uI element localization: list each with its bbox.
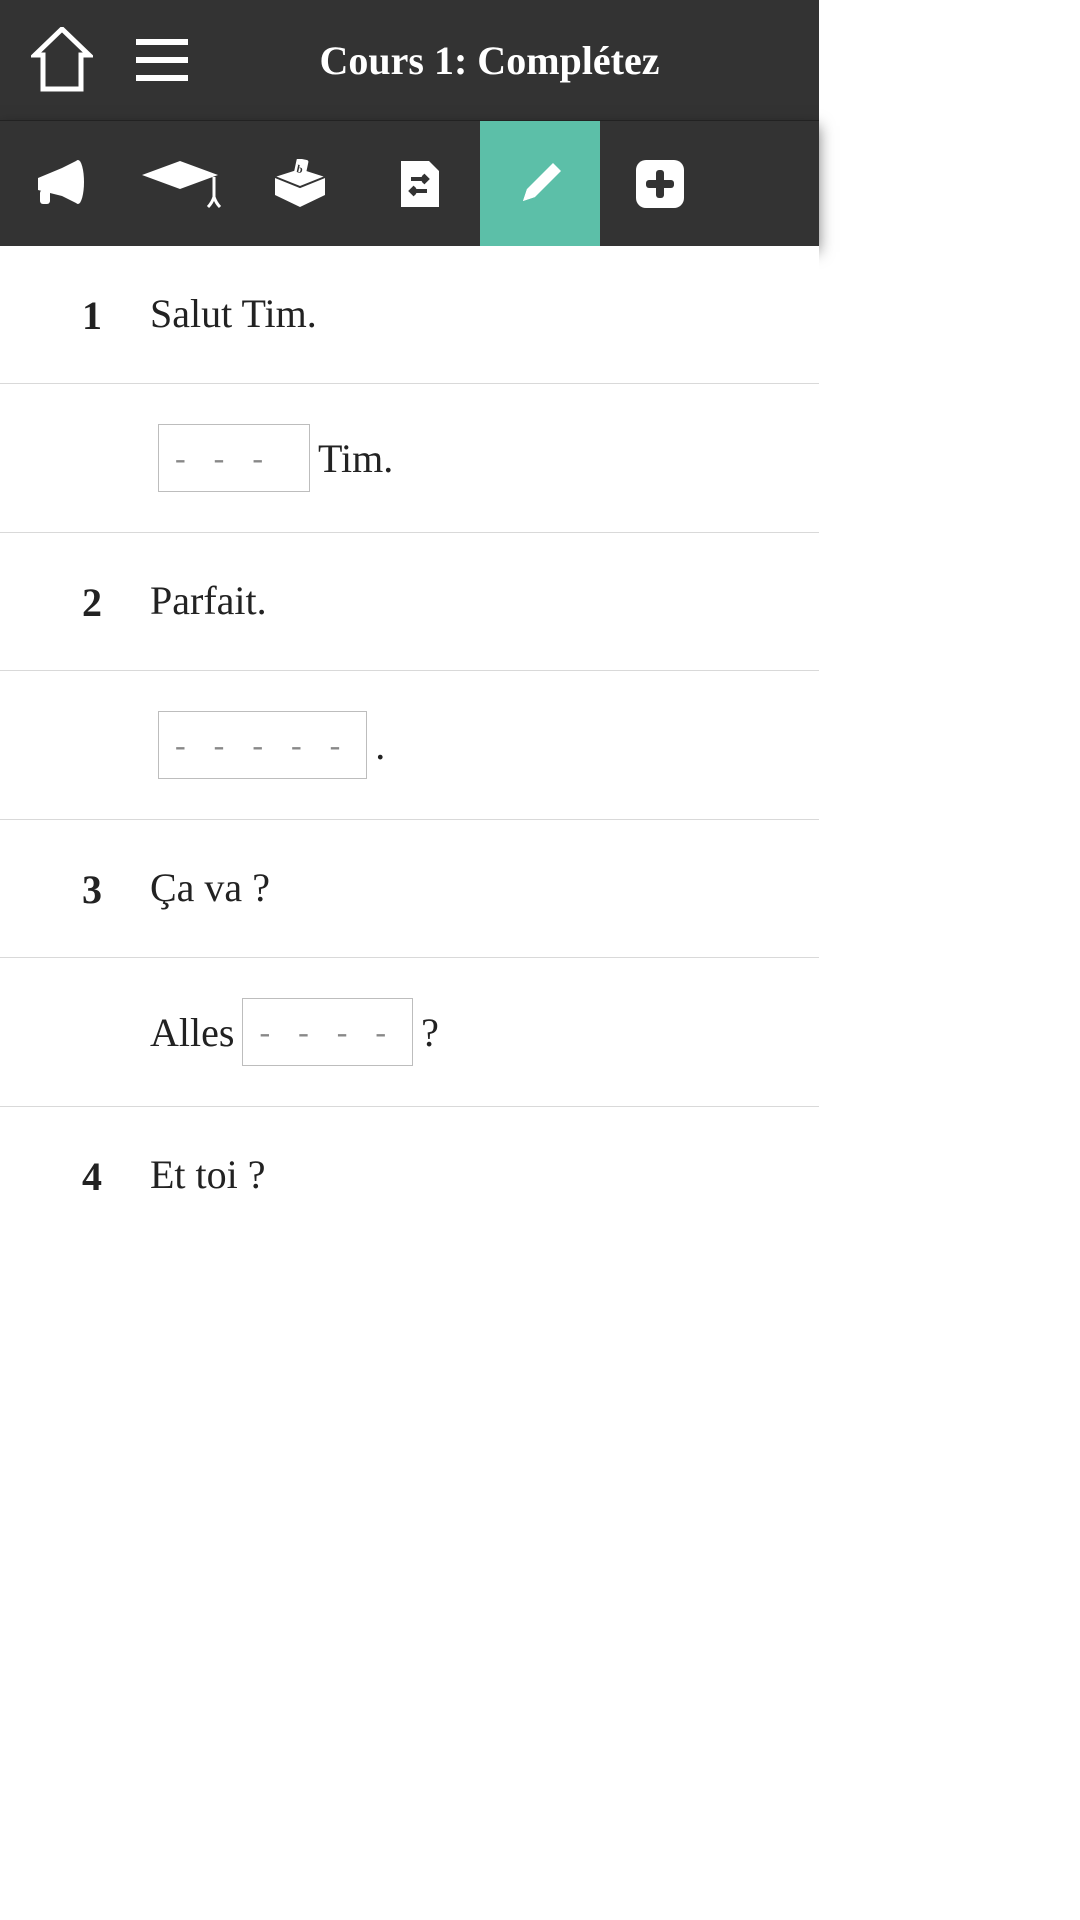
- prompt-number: 2: [0, 577, 150, 626]
- answer-row: - - - Tim.: [0, 384, 819, 533]
- page-title: Cours 1: Complétez: [212, 37, 807, 84]
- answer-line: - - - - - .: [150, 711, 819, 779]
- prompt-text: Et toi ?: [150, 1151, 819, 1198]
- home-button[interactable]: [12, 27, 112, 93]
- answer-suffix: Tim.: [318, 435, 393, 482]
- graduation-cap-icon: [136, 159, 224, 209]
- prompt-number: 4: [0, 1151, 150, 1200]
- home-icon: [31, 27, 93, 93]
- menu-button[interactable]: [112, 39, 212, 81]
- tab-bar: b: [0, 120, 819, 246]
- answer-row: - - - - - .: [0, 671, 819, 820]
- plus-icon: [636, 160, 684, 208]
- prompt-text: Salut Tim.: [150, 290, 819, 337]
- answer-suffix: .: [375, 722, 385, 769]
- answer-line: Alles - - - - ?: [150, 998, 819, 1066]
- top-header: Cours 1: Complétez: [0, 0, 819, 120]
- prompt-text: Ça va ?: [150, 864, 819, 911]
- prompt-row: 2 Parfait.: [0, 533, 819, 671]
- megaphone-icon: [34, 160, 86, 208]
- prompt-number: 3: [0, 864, 150, 913]
- answer-prefix: Alles: [150, 1009, 234, 1056]
- fill-blank-input[interactable]: - - -: [158, 424, 310, 492]
- tab-announce[interactable]: [0, 121, 120, 246]
- tab-write[interactable]: [480, 121, 600, 246]
- answer-suffix: ?: [421, 1009, 439, 1056]
- prompt-text: Parfait.: [150, 577, 819, 624]
- hamburger-icon: [136, 39, 188, 81]
- pencil-icon: [515, 159, 565, 209]
- tab-deposit[interactable]: b: [240, 121, 360, 246]
- prompt-number: 1: [0, 290, 150, 339]
- tab-translate[interactable]: [360, 121, 480, 246]
- prompt-row: 4 Et toi ?: [0, 1107, 819, 1244]
- fill-blank-input[interactable]: - - - - -: [158, 711, 367, 779]
- answer-row: Alles - - - - ?: [0, 958, 819, 1107]
- exercise-list: 1 Salut Tim. - - - Tim. 2 Parfait. - - -…: [0, 246, 819, 1244]
- fill-blank-input[interactable]: - - - -: [242, 998, 413, 1066]
- tab-add[interactable]: [600, 121, 720, 246]
- prompt-row: 1 Salut Tim.: [0, 246, 819, 384]
- tab-learn[interactable]: [120, 121, 240, 246]
- swap-page-icon: [399, 159, 441, 209]
- answer-line: - - - Tim.: [150, 424, 819, 492]
- prompt-row: 3 Ça va ?: [0, 820, 819, 958]
- deposit-box-icon: b: [271, 159, 329, 209]
